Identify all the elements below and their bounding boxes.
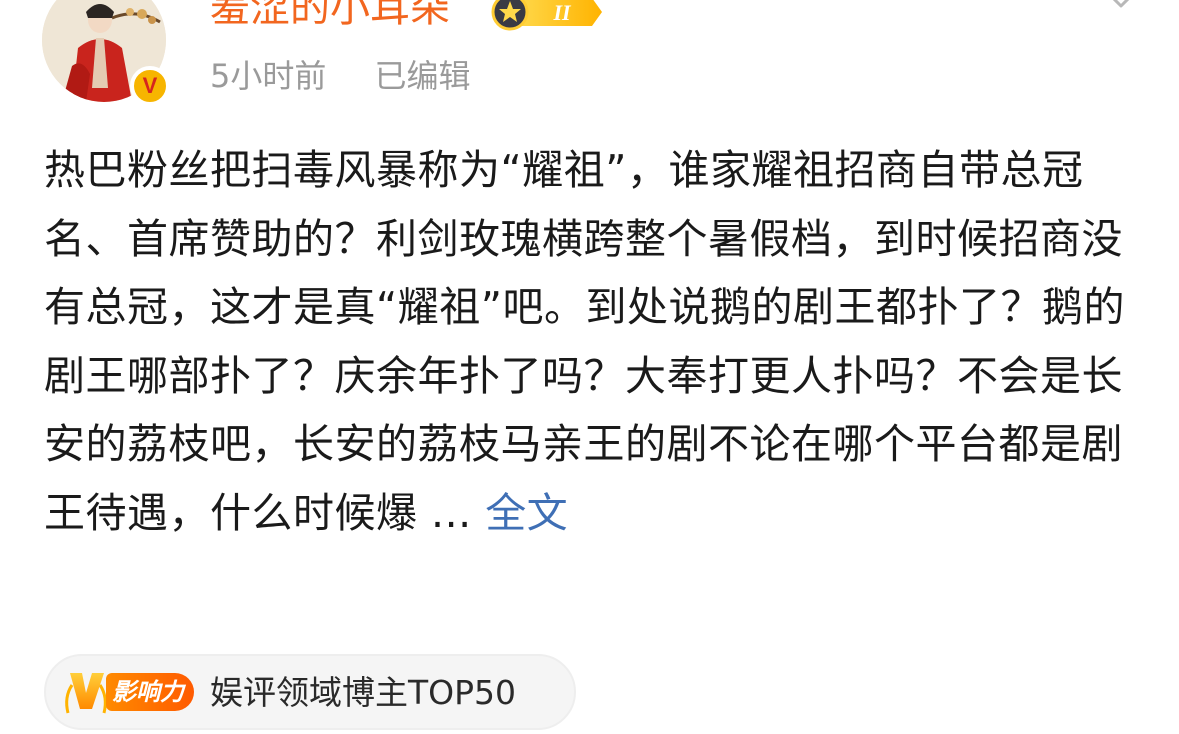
post-time: 5小时前 xyxy=(210,57,327,95)
avatar-container[interactable]: V xyxy=(42,0,170,106)
influence-badge: 影响力 xyxy=(106,673,194,711)
verified-icon: V xyxy=(130,66,170,106)
edited-label[interactable]: 已编辑 xyxy=(375,57,471,95)
weibo-post-card: V 羞涩的小耳朵 II 5小时前 已编辑 热巴粉丝把扫毒风暴称为“耀祖”，谁家耀… xyxy=(0,0,1179,734)
post-text: 热巴粉丝把扫毒风暴称为“耀祖”，谁家耀祖招商自带总冠名、首席赞助的？利剑玫瑰横跨… xyxy=(44,146,1125,537)
level-badge-text: II xyxy=(552,0,572,25)
post-meta: 5小时前 已编辑 xyxy=(210,60,471,92)
level-badge-icon[interactable]: II xyxy=(488,0,604,32)
influence-v-icon xyxy=(65,673,107,714)
influence-tag[interactable]: 影响力 娱评领域博主TOP50 xyxy=(44,654,576,730)
verified-mark: V xyxy=(142,73,158,98)
post-body: 热巴粉丝把扫毒风暴称为“耀祖”，谁家耀祖招商自带总冠名、首席赞助的？利剑玫瑰横跨… xyxy=(44,136,1134,547)
influence-label: 娱评领域博主TOP50 xyxy=(210,672,517,712)
read-more-link[interactable]: 全文 xyxy=(485,489,568,537)
username[interactable]: 羞涩的小耳朵 xyxy=(210,0,450,28)
chevron-down-icon[interactable] xyxy=(1103,0,1139,14)
